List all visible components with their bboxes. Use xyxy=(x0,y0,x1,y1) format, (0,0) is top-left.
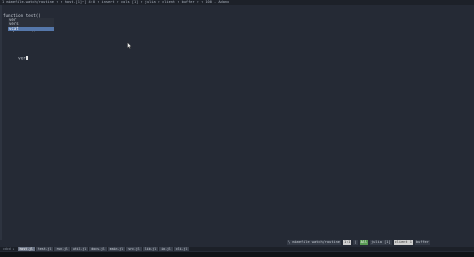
status-buffer: buffer xyxy=(414,240,430,245)
tab[interactable]: util.jl xyxy=(70,247,89,251)
tab[interactable]: lib.jl xyxy=(142,247,159,251)
text-cursor xyxy=(25,55,28,60)
bottom-bar xyxy=(0,252,474,257)
tab[interactable]: src.jl xyxy=(126,247,142,251)
status-client: client 1 xyxy=(393,240,413,245)
session-label: cdcd ▸ xyxy=(3,247,15,251)
tab[interactable]: docs.jl xyxy=(89,247,107,251)
gutter xyxy=(0,5,2,240)
editor-buffer[interactable]: function test() println() ver xyxy=(3,5,123,65)
window-title: 1 mimefile-watch/routine ↑ ↑ host-[1]~] … xyxy=(2,0,230,4)
tmux-window-bar: cdcd ▸ host.jl test.jl run.jl util.jl do… xyxy=(0,247,474,251)
tab[interactable]: run.jl xyxy=(54,247,70,251)
completion-popup[interactable]: ver vers vcat xyxy=(8,17,54,32)
tab[interactable]: cli.jl xyxy=(173,247,190,251)
tab[interactable]: test.jl xyxy=(35,247,54,251)
status-bar: \ mimefile watch/routine 1:1 | All julia… xyxy=(287,240,430,245)
status-scroll: All xyxy=(359,240,369,245)
tab[interactable]: io.jl xyxy=(159,247,173,251)
status-divider: | xyxy=(353,240,358,245)
completion-item-selected[interactable]: vcat xyxy=(8,26,54,32)
code-line-current: ver xyxy=(3,54,28,60)
status-filetype: julia [1] xyxy=(370,240,392,245)
tab[interactable]: host.jl xyxy=(17,247,35,251)
mouse-pointer-icon xyxy=(127,42,132,49)
tab[interactable]: main.jl xyxy=(107,247,126,251)
status-mode: \ mimefile watch/routine xyxy=(287,240,341,245)
status-position: 1:1 xyxy=(342,240,352,245)
